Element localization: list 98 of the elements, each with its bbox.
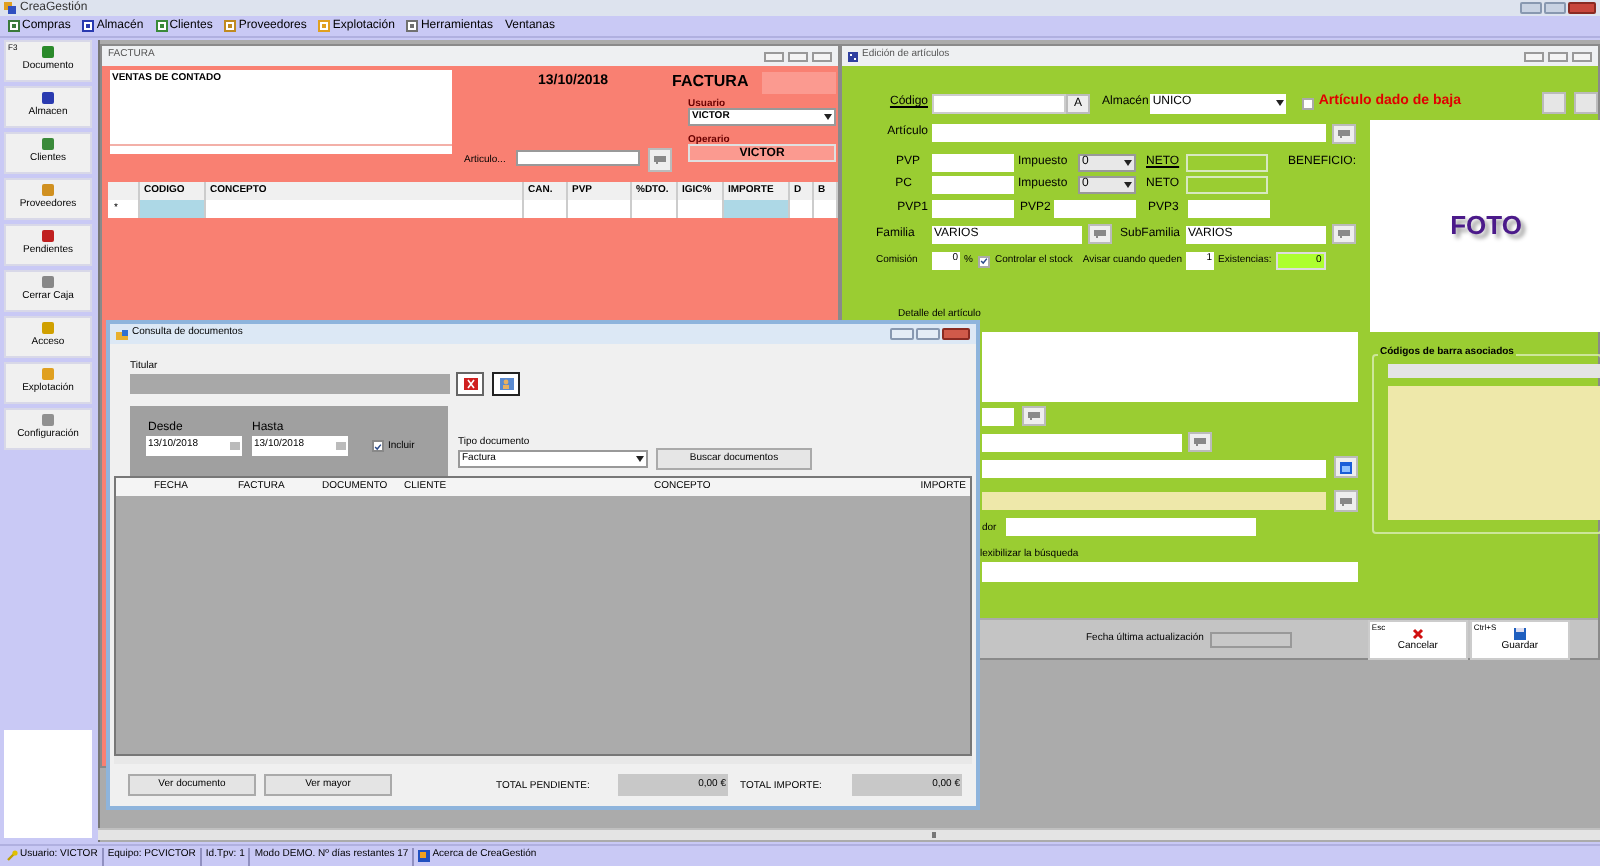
table-cell[interactable] <box>568 200 632 218</box>
document-type: FACTURA <box>672 70 749 94</box>
person-card-icon <box>499 378 513 390</box>
restore-button[interactable] <box>916 328 940 340</box>
article-field[interactable] <box>516 150 640 166</box>
comment-button[interactable] <box>1188 432 1212 452</box>
minimize-button[interactable] <box>1520 2 1542 14</box>
comment-button[interactable] <box>1332 224 1356 244</box>
price-field[interactable] <box>1188 200 1270 218</box>
minimize-button[interactable] <box>764 51 784 61</box>
checkbox[interactable] <box>1302 97 1315 109</box>
supplier-field[interactable] <box>1006 518 1256 536</box>
table-cell[interactable] <box>524 200 568 218</box>
comment-button[interactable] <box>1088 224 1112 244</box>
checkbox[interactable] <box>372 440 384 452</box>
info-icon <box>418 850 431 862</box>
folder-icon <box>116 329 128 339</box>
photo-area[interactable]: FOTO <box>1370 120 1600 332</box>
menu-icon <box>8 20 20 32</box>
speech-icon <box>654 156 666 164</box>
table-cell[interactable] <box>814 200 838 218</box>
input-field[interactable] <box>982 408 1014 426</box>
tile-icon <box>42 322 54 335</box>
tile-icon <box>42 368 54 381</box>
code-field[interactable] <box>932 93 1066 113</box>
table-cell[interactable] <box>790 200 814 218</box>
price-field[interactable] <box>1054 200 1136 218</box>
caret-icon <box>1124 160 1132 166</box>
table-cell[interactable] <box>724 200 790 218</box>
app-icon <box>4 2 16 14</box>
speech-icon <box>1338 230 1350 238</box>
tile-icon <box>42 184 54 197</box>
calendar-button[interactable] <box>1334 456 1358 478</box>
tile-icon <box>42 276 54 289</box>
copy-button[interactable] <box>1542 92 1566 114</box>
caret-icon <box>824 114 832 120</box>
tile-icon <box>42 138 54 151</box>
paste-button[interactable] <box>1574 92 1598 114</box>
horizontal-scrollbar[interactable] <box>98 828 1600 840</box>
price-field[interactable] <box>932 200 1014 218</box>
restore-button[interactable] <box>1544 2 1566 14</box>
net-field <box>1186 154 1268 172</box>
user-search-button[interactable] <box>492 372 520 396</box>
close-icon <box>463 378 477 390</box>
price-field[interactable] <box>932 154 1014 172</box>
table-scrollbar[interactable] <box>114 756 972 764</box>
table-cell[interactable] <box>678 200 724 218</box>
speech-icon <box>1094 230 1106 238</box>
minimize-button[interactable] <box>1524 51 1544 61</box>
search-keywords-field[interactable] <box>982 562 1358 582</box>
caret-icon <box>1124 182 1132 188</box>
number-field[interactable] <box>762 72 836 94</box>
close-button[interactable] <box>942 328 970 340</box>
calendar-icon <box>1340 461 1352 473</box>
date-field <box>1209 631 1292 647</box>
speech-icon <box>1028 412 1040 420</box>
menu-icon <box>406 20 419 32</box>
table-cell[interactable] <box>206 200 524 218</box>
input-field[interactable] <box>982 434 1182 452</box>
menu-icon <box>318 20 331 32</box>
article-field[interactable] <box>932 124 1326 142</box>
clear-button[interactable] <box>456 372 484 396</box>
comment-button[interactable] <box>648 148 672 172</box>
menu-icon <box>224 20 237 32</box>
sidebar-panel <box>4 730 92 838</box>
speech-icon <box>1340 497 1352 505</box>
tile-icon <box>42 46 54 59</box>
cost-field[interactable] <box>932 176 1014 194</box>
table-cell[interactable] <box>632 200 678 218</box>
menu-icon <box>82 20 95 32</box>
close-button[interactable] <box>1572 51 1592 61</box>
tile-icon <box>42 230 54 243</box>
caret-icon <box>1276 100 1285 106</box>
minimize-button[interactable] <box>890 328 914 340</box>
tile-icon <box>42 92 54 105</box>
close-button[interactable] <box>812 51 832 61</box>
floppy-icon <box>1513 628 1526 640</box>
holder-field[interactable] <box>130 374 450 394</box>
close-button[interactable] <box>1568 2 1596 14</box>
table-cell[interactable] <box>140 200 206 218</box>
input-field[interactable] <box>982 492 1326 510</box>
restore-button[interactable] <box>788 51 808 61</box>
caret-icon <box>636 456 644 462</box>
key-icon <box>6 850 18 862</box>
comment-button[interactable] <box>1334 490 1358 512</box>
comment-button[interactable] <box>1022 406 1046 426</box>
grid-icon <box>848 51 858 61</box>
input-field[interactable] <box>982 460 1326 478</box>
menu-icon <box>155 20 168 32</box>
tile-icon <box>42 414 54 427</box>
close-icon <box>1411 628 1424 640</box>
checkbox[interactable] <box>978 255 991 267</box>
restore-button[interactable] <box>1548 51 1568 61</box>
speech-icon <box>1338 129 1350 137</box>
barcode-list[interactable] <box>1388 386 1600 520</box>
speech-icon <box>1194 438 1206 446</box>
comment-button[interactable] <box>1332 123 1356 143</box>
net-field <box>1186 176 1268 194</box>
